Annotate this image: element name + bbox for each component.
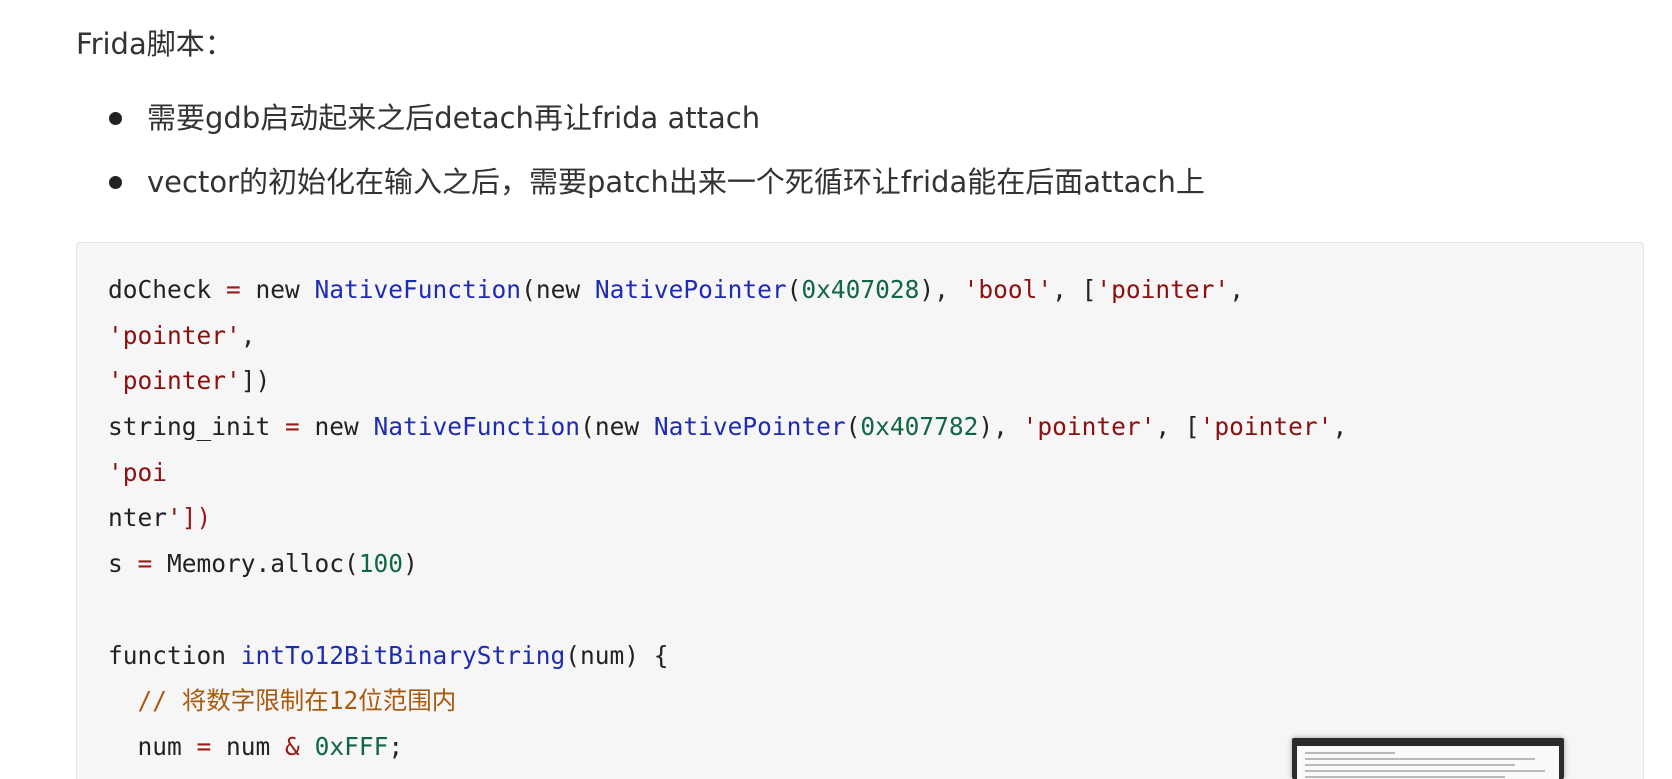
code-token-plain: (new — [580, 412, 654, 442]
code-token-comment: // 将数字限制在12位范围内 — [137, 686, 457, 716]
code-token-plain: num — [108, 731, 197, 761]
code-token-str: 'pointer' — [1199, 412, 1333, 442]
code-token-op: = — [285, 412, 300, 442]
code-token-str: 'pointer' — [108, 366, 241, 396]
code-token-plain: , — [240, 320, 256, 350]
code-token-op: & — [285, 731, 300, 761]
bullet-item: 需要gdb启动起来之后detach再让frida attach — [0, 96, 1205, 160]
code-token-str: 'poi — [108, 457, 168, 487]
code-token-plain: num — [211, 731, 286, 761]
code-token-plain: , — [1229, 275, 1244, 304]
code-line: // 将数字限制在12位范围内 — [108, 678, 1347, 724]
code-line: num = num & 0xFFF; — [108, 724, 1347, 770]
code-token-plain: nter — [108, 503, 168, 533]
bullet-dot-icon — [109, 112, 122, 125]
code-token-plain: s — [108, 549, 138, 579]
code-token-class: NativePointer — [594, 275, 787, 304]
code-token-op: = — [196, 731, 212, 761]
code-line: 'pointer', — [108, 313, 1347, 359]
code-token-class: NativePointer — [653, 412, 846, 442]
thumbnail-line — [1305, 764, 1515, 766]
code-token-plain: ]) — [240, 366, 271, 396]
video-thumbnail-preview[interactable] — [1292, 738, 1564, 779]
thumbnail-line — [1305, 770, 1545, 772]
code-token-plain: ; — [388, 731, 404, 761]
bullet-text: vector的初始化在输入之后，需要patch出来一个死循环让frida能在后面… — [147, 165, 1205, 199]
code-token-plain: , [ — [1155, 412, 1200, 442]
code-token-plain: ), — [919, 275, 964, 304]
code-token-num: 0x407028 — [801, 275, 920, 304]
code-line: 'pointer']) — [108, 358, 1347, 404]
code-block[interactable]: doCheck = new NativeFunction(new NativeP… — [76, 242, 1644, 779]
code-token-plain: , — [1332, 412, 1348, 442]
code-token-plain: , [ — [1052, 275, 1097, 304]
bullet-list: 需要gdb启动起来之后detach再让frida attach vector的初… — [0, 96, 1205, 224]
code-token-op: = — [226, 275, 241, 304]
code-token-plain: ( — [786, 275, 802, 304]
thumbnail-line — [1305, 752, 1395, 754]
code-line: 'poi — [108, 450, 1347, 496]
code-token-str: 'pointer' — [1096, 275, 1230, 304]
code-token-kw: new — [240, 275, 315, 304]
code-line: s = Memory.alloc(100) — [108, 541, 1347, 587]
code-line: doCheck = new NativeFunction(new NativeP… — [108, 267, 1347, 313]
code-token-plain: ( — [845, 412, 861, 442]
thumbnail-line — [1305, 758, 1535, 760]
code-token-num: 0x407782 — [860, 412, 979, 442]
bullet-dot-icon — [109, 176, 122, 189]
code-token-plain: ) — [403, 549, 418, 579]
code-token-str: 'pointer' — [1022, 412, 1156, 442]
bullet-item: vector的初始化在输入之后，需要patch出来一个死循环让frida能在后面… — [0, 160, 1205, 224]
code-token-plain: (num) { — [565, 640, 669, 670]
code-token-num: 0xFFF — [314, 731, 389, 761]
code-line: nter']) — [108, 495, 1347, 541]
code-token-plain: (new — [521, 275, 595, 304]
code-token-plain: Memory.alloc( — [152, 549, 359, 579]
code-line: function intTo12BitBinaryString(num) { — [108, 633, 1347, 679]
code-token-plain: ), — [978, 412, 1023, 442]
code-token-class: NativeFunction — [314, 275, 522, 304]
code-token-kw: function — [108, 640, 241, 670]
code-token-plain: doCheck — [108, 275, 227, 304]
code-token-str: 'bool' — [963, 275, 1053, 304]
code-token-op: = — [137, 549, 153, 579]
code-token-plain: string_init — [108, 412, 286, 442]
code-token-class: NativeFunction — [373, 412, 581, 442]
page-heading: Frida脚本： — [76, 27, 234, 61]
code-token-fn: intTo12BitBinaryString — [240, 640, 566, 670]
thumbnail-line — [1305, 776, 1505, 778]
code-token-num: 100 — [358, 549, 404, 579]
thumbnail-screen — [1297, 746, 1559, 779]
code-token-str: 'pointer' — [108, 320, 241, 350]
code-content: doCheck = new NativeFunction(new NativeP… — [108, 267, 1347, 770]
code-token-op: ]) — [181, 503, 212, 533]
bullet-text: 需要gdb启动起来之后detach再让frida attach — [147, 101, 761, 135]
code-token-kw: new — [299, 412, 374, 442]
code-line: string_init = new NativeFunction(new Nat… — [108, 404, 1347, 450]
code-token-str: ' — [167, 503, 182, 533]
